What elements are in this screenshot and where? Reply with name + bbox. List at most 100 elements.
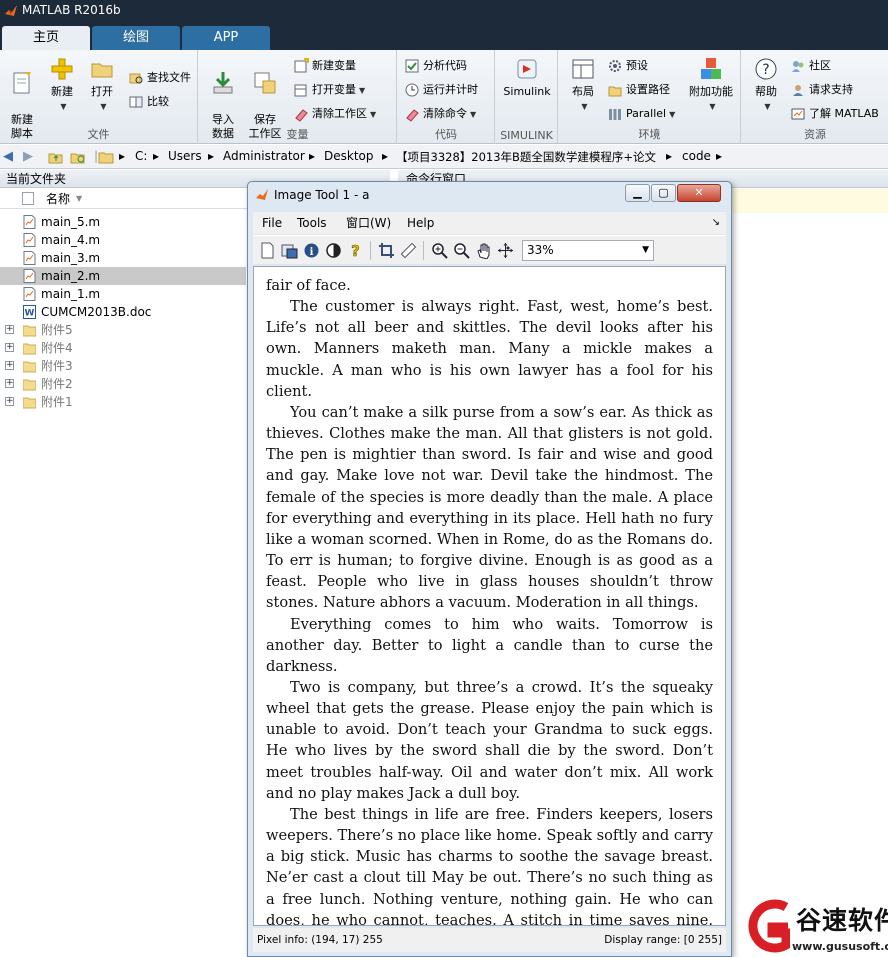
maximize-button[interactable]: ▢ xyxy=(651,184,676,202)
file-row[interactable]: main_5.m xyxy=(0,213,246,231)
expand-icon[interactable]: + xyxy=(5,379,14,388)
expand-icon[interactable]: + xyxy=(5,397,14,406)
clear-commands-button[interactable]: 清除命令 ▼ xyxy=(404,104,476,124)
sort-arrow-icon: ▼ xyxy=(76,194,83,203)
learn-matlab-button[interactable]: 了解 MATLAB xyxy=(790,104,879,124)
info-icon[interactable]: i xyxy=(303,242,320,259)
folder-row[interactable]: + 附件4 xyxy=(0,339,246,357)
menu-window[interactable]: 窗口(W) xyxy=(346,212,391,234)
up-folder-icon[interactable] xyxy=(48,149,64,165)
file-name: 附件1 xyxy=(41,395,73,409)
open-variable-button[interactable]: 打开变量 ▼ xyxy=(293,80,365,100)
set-path-button[interactable]: 设置路径 xyxy=(607,80,670,100)
layout-icon xyxy=(572,59,594,79)
image-canvas[interactable]: fair of face. The customer is always righ… xyxy=(253,266,726,926)
menu-tools[interactable]: Tools xyxy=(297,212,327,234)
run-and-time-button[interactable]: 运行并计时 xyxy=(404,80,478,100)
zoom-out-icon[interactable] xyxy=(453,242,470,259)
image-tool-titlebar: Image Tool 1 - a ▁ ▢ ✕ xyxy=(248,182,731,208)
folder-row[interactable]: + 附件3 xyxy=(0,357,246,375)
addons-icon xyxy=(701,58,721,79)
browse-folder-icon[interactable] xyxy=(70,149,86,165)
breadcrumb-project[interactable]: 【项目3328】2013年B题全国数学建模程序+论文 xyxy=(396,149,656,165)
tab-plots[interactable]: 绘图 xyxy=(92,26,180,50)
breadcrumb-arrow-icon: ▸ xyxy=(666,149,673,163)
svg-text:W: W xyxy=(25,309,35,319)
document-paragraph: The best things in life are free. Finder… xyxy=(266,805,713,926)
folder-row[interactable]: + 附件1 xyxy=(0,393,246,411)
new-variable-button[interactable]: 新建变量 xyxy=(293,56,356,76)
addons-button[interactable]: 附加功能 ▼ xyxy=(685,54,737,124)
breadcrumb-code[interactable]: code xyxy=(682,149,711,163)
file-name: main_2.m xyxy=(41,269,101,283)
watermark-url: www.gususoft.com xyxy=(792,940,888,953)
export-image-icon[interactable] xyxy=(281,242,298,259)
close-button[interactable]: ✕ xyxy=(677,184,721,202)
find-files-icon xyxy=(129,73,143,84)
tab-home[interactable]: 主页 xyxy=(2,26,90,50)
file-row[interactable]: main_2.m xyxy=(0,267,246,285)
back-arrow-icon[interactable]: ◀ xyxy=(3,149,19,165)
svg-text:?: ? xyxy=(351,242,360,259)
learn-matlab-icon xyxy=(791,108,805,120)
help-question-icon[interactable]: ? xyxy=(347,242,364,259)
save-workspace-button[interactable]: 保存 工作区 xyxy=(245,54,285,140)
zoom-select[interactable]: 33% ▼ xyxy=(522,240,654,261)
watermark: 谷速软件 www.gususoft.com xyxy=(742,897,888,957)
import-data-button[interactable]: 导入 数据 xyxy=(203,54,243,140)
breadcrumb-c[interactable]: C: xyxy=(135,149,147,163)
crop-icon[interactable] xyxy=(378,242,395,259)
new-script-button[interactable]: 新建 脚本 xyxy=(2,54,42,140)
document-paragraph: You can’t make a silk purse from a sow’s… xyxy=(266,403,713,612)
tab-apps[interactable]: APP xyxy=(182,26,270,50)
pan-hand-icon[interactable] xyxy=(475,242,492,259)
folder-row[interactable]: + 附件2 xyxy=(0,375,246,393)
file-row[interactable]: main_1.m xyxy=(0,285,246,303)
open-variable-label: 打开变量 xyxy=(312,83,356,96)
file-row[interactable]: main_4.m xyxy=(0,231,246,249)
breadcrumb-users[interactable]: Users xyxy=(168,149,202,163)
dock-arrow-icon[interactable]: ↘ xyxy=(712,212,720,234)
expand-icon[interactable]: + xyxy=(5,343,14,352)
layout-label: 布局 xyxy=(572,85,594,98)
help-button[interactable]: ? 帮助 ▼ xyxy=(746,54,786,124)
name-column-header[interactable]: 名称 xyxy=(46,189,70,209)
find-files-button[interactable]: 查找文件 xyxy=(128,68,191,88)
svg-text:?: ? xyxy=(762,62,769,78)
expand-icon[interactable]: + xyxy=(5,361,14,370)
document-paragraph: Everything comes to him who waits. Tomor… xyxy=(266,615,713,675)
open-button[interactable]: 打开 ▼ xyxy=(82,54,122,124)
environment-group-label: 环境 xyxy=(638,128,661,141)
new-script-icon xyxy=(13,72,31,94)
ribbon-toolstrip: 新建 脚本 新建 ▼ 打开 ▼ 查找文件 比较 文件 导入 数据 保存 工作区 新建… xyxy=(0,50,888,144)
layout-button[interactable]: 布局 ▼ xyxy=(563,54,603,124)
variable-group-label: 变量 xyxy=(286,128,309,141)
parallel-button[interactable]: Parallel ▼ xyxy=(607,104,675,124)
move-cursor-icon[interactable] xyxy=(497,242,514,259)
menu-help[interactable]: Help xyxy=(407,212,434,234)
forward-arrow-icon[interactable]: ▶ xyxy=(23,149,39,165)
new-document-icon[interactable] xyxy=(259,242,276,259)
analyze-code-button[interactable]: 分析代码 xyxy=(404,56,467,76)
community-button[interactable]: 社区 xyxy=(790,56,831,76)
image-tool-toolbar: i ? 33% ▼ xyxy=(253,235,726,264)
expand-icon[interactable]: + xyxy=(5,325,14,334)
minimize-button[interactable]: ▁ xyxy=(625,184,650,202)
request-support-button[interactable]: 请求支持 xyxy=(790,80,853,100)
svg-text:i: i xyxy=(310,247,314,258)
contrast-icon[interactable] xyxy=(325,242,342,259)
ruler-icon[interactable] xyxy=(400,242,417,259)
preferences-button[interactable]: 预设 xyxy=(607,56,648,76)
folder-row[interactable]: + 附件5 xyxy=(0,321,246,339)
breadcrumb-desktop[interactable]: Desktop xyxy=(324,149,374,163)
file-row[interactable]: W CUMCM2013B.doc xyxy=(0,303,246,321)
menu-file[interactable]: File xyxy=(262,212,282,234)
new-button[interactable]: 新建 ▼ xyxy=(42,54,82,124)
file-row[interactable]: main_3.m xyxy=(0,249,246,267)
matlab-logo-icon xyxy=(256,189,268,200)
simulink-button[interactable]: Simulink xyxy=(502,54,552,124)
zoom-in-icon[interactable] xyxy=(431,242,448,259)
breadcrumb-administrator[interactable]: Administrator xyxy=(223,149,305,163)
clear-workspace-button[interactable]: 清除工作区 ▼ xyxy=(293,104,376,124)
compare-button[interactable]: 比较 xyxy=(128,92,169,112)
